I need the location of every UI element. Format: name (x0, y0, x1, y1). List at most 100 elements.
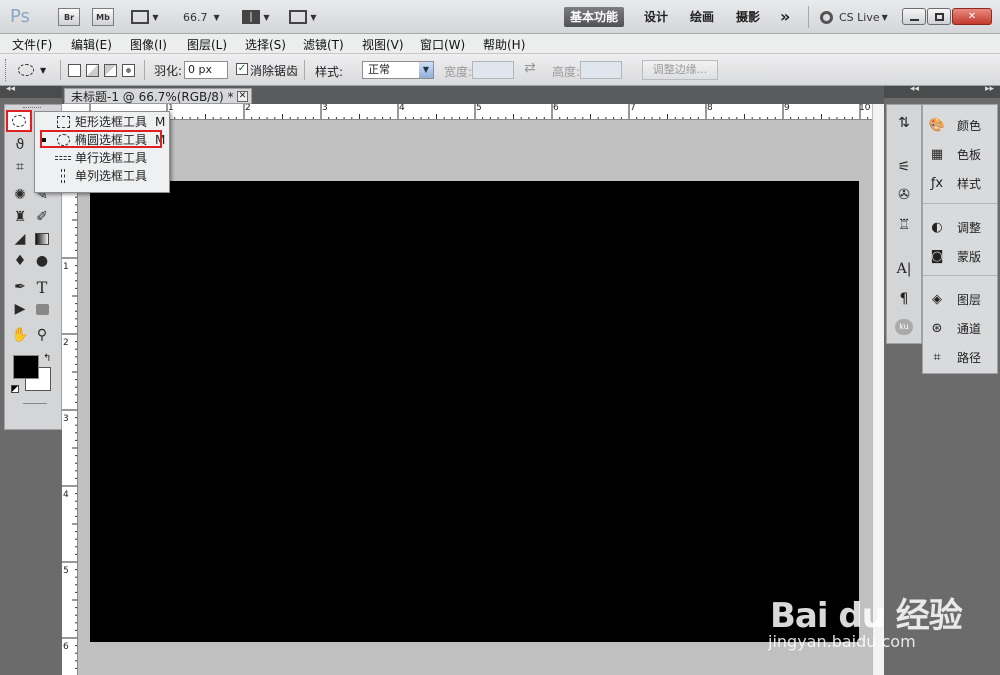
default-colors-icon[interactable] (11, 385, 19, 393)
rectangle-tool-icon[interactable] (31, 299, 53, 319)
ruler-label: 10 (859, 104, 871, 113)
lasso-tool-icon[interactable]: ϑ (9, 135, 31, 155)
horizontal-ruler[interactable]: 1 2 3 4 5 6 7 8 9 10 (62, 104, 872, 120)
width-label: 宽度: (444, 65, 473, 79)
subtract-from-selection-icon[interactable] (104, 64, 117, 77)
history-brush-icon[interactable]: ✐ (31, 207, 53, 227)
refine-edge-button[interactable]: 调整边缘... (642, 60, 718, 80)
ellipse-marquee-icon (18, 64, 34, 76)
menu-edit[interactable]: 编辑(E) (71, 36, 112, 53)
foreground-color-swatch[interactable] (13, 355, 39, 379)
marquee-tool-icon[interactable] (6, 110, 32, 132)
options-bar-grip[interactable] (5, 59, 7, 81)
width-input[interactable] (472, 61, 514, 79)
menu-view[interactable]: 视图(V) (362, 36, 404, 53)
bridge-button[interactable]: Br (58, 7, 80, 27)
document-tab[interactable]: 未标题-1 @ 66.7%(RGB/8) * ✕ (64, 88, 252, 104)
blur-tool-icon[interactable]: ♦ (9, 251, 31, 271)
arrange-documents-button[interactable]: ▼ (238, 7, 274, 27)
menu-image[interactable]: 图像(I) (130, 36, 167, 53)
panel-paths[interactable]: ⌗ 路径 (927, 345, 997, 369)
panel-color[interactable]: 🎨 颜色 (927, 113, 997, 137)
swap-colors-icon[interactable]: ↰ (43, 353, 51, 364)
new-selection-icon[interactable] (68, 64, 81, 77)
document-canvas[interactable] (90, 181, 859, 642)
tool-preset-picker[interactable]: ▼ (18, 61, 54, 79)
crop-tool-icon[interactable]: ⌗ (9, 157, 31, 177)
panel-label: 蒙版 (957, 249, 982, 264)
workspace-painting[interactable]: 绘画 (684, 7, 720, 27)
clone-stamp-icon[interactable]: ♜ (9, 207, 31, 227)
panel-styles[interactable]: ƒx 样式 (927, 171, 997, 195)
flyout-item-single-row-marquee[interactable]: 单行选框工具 (35, 149, 169, 167)
divider (144, 60, 145, 80)
restore-button[interactable] (927, 8, 951, 25)
cs-live-icon (820, 10, 833, 24)
character-panel-icon[interactable]: A| (893, 259, 915, 279)
more-workspaces-button[interactable]: » (774, 7, 796, 27)
height-input[interactable] (580, 61, 622, 79)
intersect-selection-icon[interactable] (122, 64, 135, 77)
gradient-tool-icon[interactable] (31, 229, 53, 249)
panel-channels[interactable]: ⊛ 通道 (927, 316, 997, 340)
menu-filter[interactable]: 滤镜(T) (303, 36, 344, 53)
vertical-ruler[interactable]: 1 2 3 4 5 6 (62, 120, 78, 675)
menu-window[interactable]: 窗口(W) (420, 36, 465, 53)
menu-select[interactable]: 选择(S) (245, 36, 286, 53)
eraser-tool-icon[interactable]: ◢ (9, 229, 31, 249)
tools-grip[interactable] (23, 107, 41, 109)
dodge-tool-icon[interactable]: ● (31, 251, 53, 271)
menu-layer[interactable]: 图层(L) (187, 36, 227, 53)
workspace-design[interactable]: 设计 (638, 7, 674, 27)
kuler-icon[interactable]: ku (893, 317, 915, 337)
workspace-photography[interactable]: 摄影 (730, 7, 766, 27)
ruler-label: 6 (63, 642, 69, 652)
spot-healing-icon[interactable]: ✺ (9, 185, 31, 205)
screen-mode-button[interactable]: ▼ (285, 7, 321, 27)
cs-live-button[interactable]: CS Live ▼ (820, 7, 892, 27)
workspace-essentials[interactable]: 基本功能 (564, 7, 625, 27)
collapse-icon: ◂◂ (6, 84, 16, 94)
panel-layers[interactable]: ◈ 图层 (927, 287, 997, 311)
panel-swatches[interactable]: ▦ 色板 (927, 142, 997, 166)
paragraph-panel-icon[interactable]: ¶ (893, 289, 915, 309)
minimize-button[interactable] (902, 8, 926, 25)
zoom-tool-icon[interactable]: ⚲ (31, 325, 53, 345)
mask-icon: ◙ (930, 248, 944, 264)
ruler-label: 5 (63, 566, 69, 576)
add-to-selection-icon[interactable] (86, 64, 99, 77)
flyout-item-rectangular-marquee[interactable]: 矩形选框工具 M (35, 113, 169, 131)
tools-panel-header[interactable]: ◂◂ (0, 84, 62, 98)
style-select[interactable]: 正常 ▼ (362, 61, 434, 79)
path-selection-icon[interactable]: ▶ (9, 299, 31, 319)
expand-icon: ▸▸ (984, 84, 994, 94)
feather-input[interactable]: 0 px (184, 61, 228, 79)
antialias-checkbox[interactable]: ✓ (236, 63, 248, 75)
ruler-label: 4 (399, 104, 405, 113)
view-extras-button[interactable]: ▼ (128, 7, 162, 27)
quick-mask-icon[interactable] (23, 403, 47, 404)
panel-adjustments[interactable]: ◐ 调整 (927, 215, 997, 239)
vertical-scrollbar[interactable] (872, 104, 884, 675)
marquee-tools-flyout: 矩形选框工具 M 椭圆选框工具 M 单行选框工具 单列选框工具 (34, 111, 170, 193)
close-window-button[interactable]: ✕ (952, 8, 992, 25)
hand-tool-icon[interactable]: ✋ (9, 325, 31, 345)
mini-bridge-button[interactable]: Mb (92, 7, 114, 27)
zoom-level-dropdown[interactable]: 66.7 ▼ (183, 7, 227, 27)
ruler-label: 3 (63, 414, 69, 424)
channels-icon: ⊛ (931, 320, 943, 336)
swap-arrows-icon[interactable]: ⇄ (524, 60, 536, 76)
type-tool-icon[interactable]: T (31, 277, 53, 297)
chevron-down-icon: ▼ (213, 12, 220, 22)
history-panel-icon[interactable]: ⇅ (893, 113, 915, 133)
dock-header[interactable]: ▸▸ ◂◂ (884, 84, 1000, 98)
brush-panel-icon[interactable]: ✇ (893, 185, 915, 205)
pen-tool-icon[interactable]: ✒ (9, 277, 31, 297)
close-tab-icon[interactable]: ✕ (237, 91, 248, 102)
clone-source-icon[interactable]: ♖ (893, 215, 915, 235)
panel-masks[interactable]: ◙ 蒙版 (927, 244, 997, 268)
menu-file[interactable]: 文件(F) (12, 36, 52, 53)
brush-presets-icon[interactable]: ⚟ (893, 157, 915, 177)
menu-help[interactable]: 帮助(H) (483, 36, 525, 53)
flyout-item-single-column-marquee[interactable]: 单列选框工具 (35, 167, 169, 185)
